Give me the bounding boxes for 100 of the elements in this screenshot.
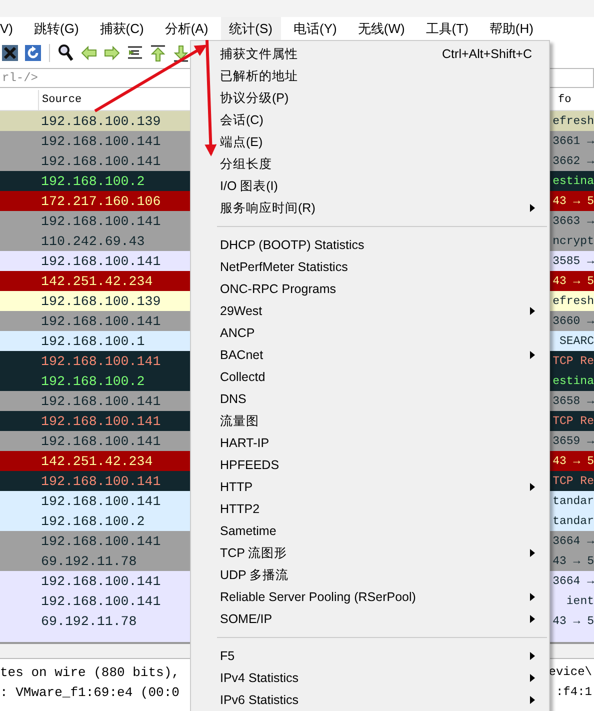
menu-item[interactable]: 协议分级(P) [193, 87, 547, 109]
menu-item[interactable]: 捕获文件属性 Ctrl+Alt+Shift+C [193, 43, 547, 65]
info-cell: 3658 → [552, 394, 594, 408]
menu-bar-item[interactable]: 捕获(C) [92, 16, 152, 40]
menu-item[interactable]: NetPerfMeter Statistics [193, 256, 547, 278]
menu-item[interactable]: 端点(E) [193, 131, 547, 153]
menu-bar-item[interactable]: 帮助(H) [481, 16, 542, 40]
info-cell: 3585 → [552, 254, 594, 268]
source-cell: 192.168.100.2 [41, 174, 145, 188]
info-cell: TCP Re [552, 474, 594, 488]
source-cell: 69.192.11.78 [41, 614, 137, 628]
menu-item[interactable]: 会话(C) [193, 109, 547, 131]
source-cell: 69.192.11.78 [41, 554, 137, 568]
back-arrow-icon[interactable] [80, 44, 98, 62]
info-cell: efresh [552, 114, 594, 128]
source-cell: 192.168.100.141 [41, 474, 161, 488]
info-cell: TCP Re [552, 414, 594, 428]
source-cell: 192.168.100.141 [41, 134, 161, 148]
search-icon[interactable] [57, 44, 75, 62]
menu-bar-item[interactable]: 工具(T) [418, 16, 476, 40]
detail-text: evice\ [548, 665, 593, 679]
last-packet-icon[interactable] [172, 44, 190, 62]
menu-item[interactable]: TCP 流图形 [193, 542, 547, 564]
menu-item[interactable]: IPv4 Statistics [193, 667, 547, 689]
menu-item[interactable]: 分组长度 [193, 153, 547, 175]
menu-item[interactable]: 已解析的地址 [193, 65, 547, 87]
info-cell: ncrypt [552, 234, 594, 248]
menu-item[interactable]: 流量图 [193, 410, 547, 432]
info-cell: 3661 → [552, 134, 594, 148]
info-cell: 43 → 5 [552, 554, 594, 568]
reload-icon[interactable] [24, 44, 42, 62]
menu-item[interactable]: 29West [193, 300, 547, 322]
menu-item[interactable]: ONC-RPC Programs [193, 278, 547, 300]
menu-item[interactable]: Collectd [193, 366, 547, 388]
source-cell: 192.168.100.141 [41, 494, 161, 508]
info-cell: 43 → 5 [552, 194, 594, 208]
source-cell: 142.251.42.234 [41, 454, 153, 468]
column-header[interactable]: Source [39, 94, 82, 106]
source-cell: 192.168.100.141 [41, 574, 161, 588]
info-cell: 3659 → [552, 434, 594, 448]
source-cell: 192.168.100.2 [41, 514, 145, 528]
info-cell: tandar [552, 514, 594, 528]
info-cell: 43 → 5 [552, 454, 594, 468]
menu-item[interactable]: HTTP2 [193, 498, 547, 520]
menu-bar-item[interactable]: 无线(W) [350, 16, 413, 40]
source-cell: 192.168.100.2 [41, 374, 145, 388]
menu-item[interactable]: DHCP (BOOTP) Statistics [193, 234, 547, 256]
menu-item[interactable]: HART-IP [193, 432, 547, 454]
menu-item[interactable]: HTTP [193, 476, 547, 498]
menu-item[interactable]: ANCP [193, 322, 547, 344]
source-cell: 192.168.100.141 [41, 254, 161, 268]
menu-bar-item[interactable]: 跳转(G) [26, 16, 87, 40]
info-cell: 3664 → [552, 574, 594, 588]
menu-item[interactable]: DNS [193, 388, 547, 410]
info-cell: TCP Re [552, 354, 594, 368]
menu-item[interactable]: Sametime [193, 520, 547, 542]
info-cell: 3660 → [552, 314, 594, 328]
source-cell: 192.168.100.141 [41, 354, 161, 368]
menu-item[interactable]: HPFEEDS [193, 454, 547, 476]
menu-item[interactable]: IPv6 Statistics [193, 689, 547, 711]
close-file-icon[interactable] [1, 44, 19, 62]
menu-item[interactable]: F5 [193, 645, 547, 667]
source-cell: 192.168.100.141 [41, 414, 161, 428]
detail-text: tes on wire (880 bits), [0, 664, 180, 680]
source-cell: 192.168.100.141 [41, 594, 161, 608]
source-cell: 192.168.100.139 [41, 294, 161, 308]
go-to-packet-icon[interactable] [126, 44, 144, 62]
info-cell: 3664 → [552, 534, 594, 548]
menu-bar-item[interactable]: 分析(A) [156, 16, 216, 40]
source-cell: 192.168.100.141 [41, 214, 161, 228]
column-header[interactable]: fo [558, 94, 594, 106]
menu-item[interactable]: BACnet [193, 344, 547, 366]
info-cell: estina [552, 174, 594, 188]
menu-item[interactable]: I/O 图表(I) [193, 175, 547, 197]
info-cell: 3662 → [552, 154, 594, 168]
info-cell: SEARC [559, 334, 594, 348]
menu-bar-item[interactable]: V) [0, 18, 21, 39]
first-packet-icon[interactable] [149, 44, 167, 62]
source-cell: 110.242.69.43 [41, 234, 145, 248]
source-cell: 192.168.100.141 [41, 434, 161, 448]
source-cell: 192.168.100.141 [41, 394, 161, 408]
info-cell: 3663 → [552, 214, 594, 228]
menu-item[interactable]: SOME/IP [193, 608, 547, 630]
info-cell: efresh [552, 294, 594, 308]
menu-bar-item[interactable]: 电话(Y) [286, 16, 345, 40]
detail-text: :f4:1 [556, 685, 593, 699]
source-cell: 172.217.160.106 [41, 194, 161, 208]
info-cell: ient [566, 594, 594, 608]
forward-arrow-icon[interactable] [103, 44, 121, 62]
source-cell: 192.168.100.141 [41, 534, 161, 548]
info-cell: 43 → 5 [552, 614, 594, 628]
source-cell: 192.168.100.141 [41, 314, 161, 328]
source-cell: 192.168.100.139 [41, 114, 161, 128]
menu-item[interactable]: UDP 多播流 [193, 564, 547, 586]
menu-item[interactable]: 服务响应时间(R) [193, 197, 547, 219]
menu-bar-item[interactable]: 统计(S) [221, 16, 281, 40]
source-cell: 142.251.42.234 [41, 274, 153, 288]
source-cell: 192.168.100.1 [41, 334, 145, 348]
menu-item[interactable]: Reliable Server Pooling (RSerPool) [193, 586, 547, 608]
info-cell: tandar [552, 494, 594, 508]
